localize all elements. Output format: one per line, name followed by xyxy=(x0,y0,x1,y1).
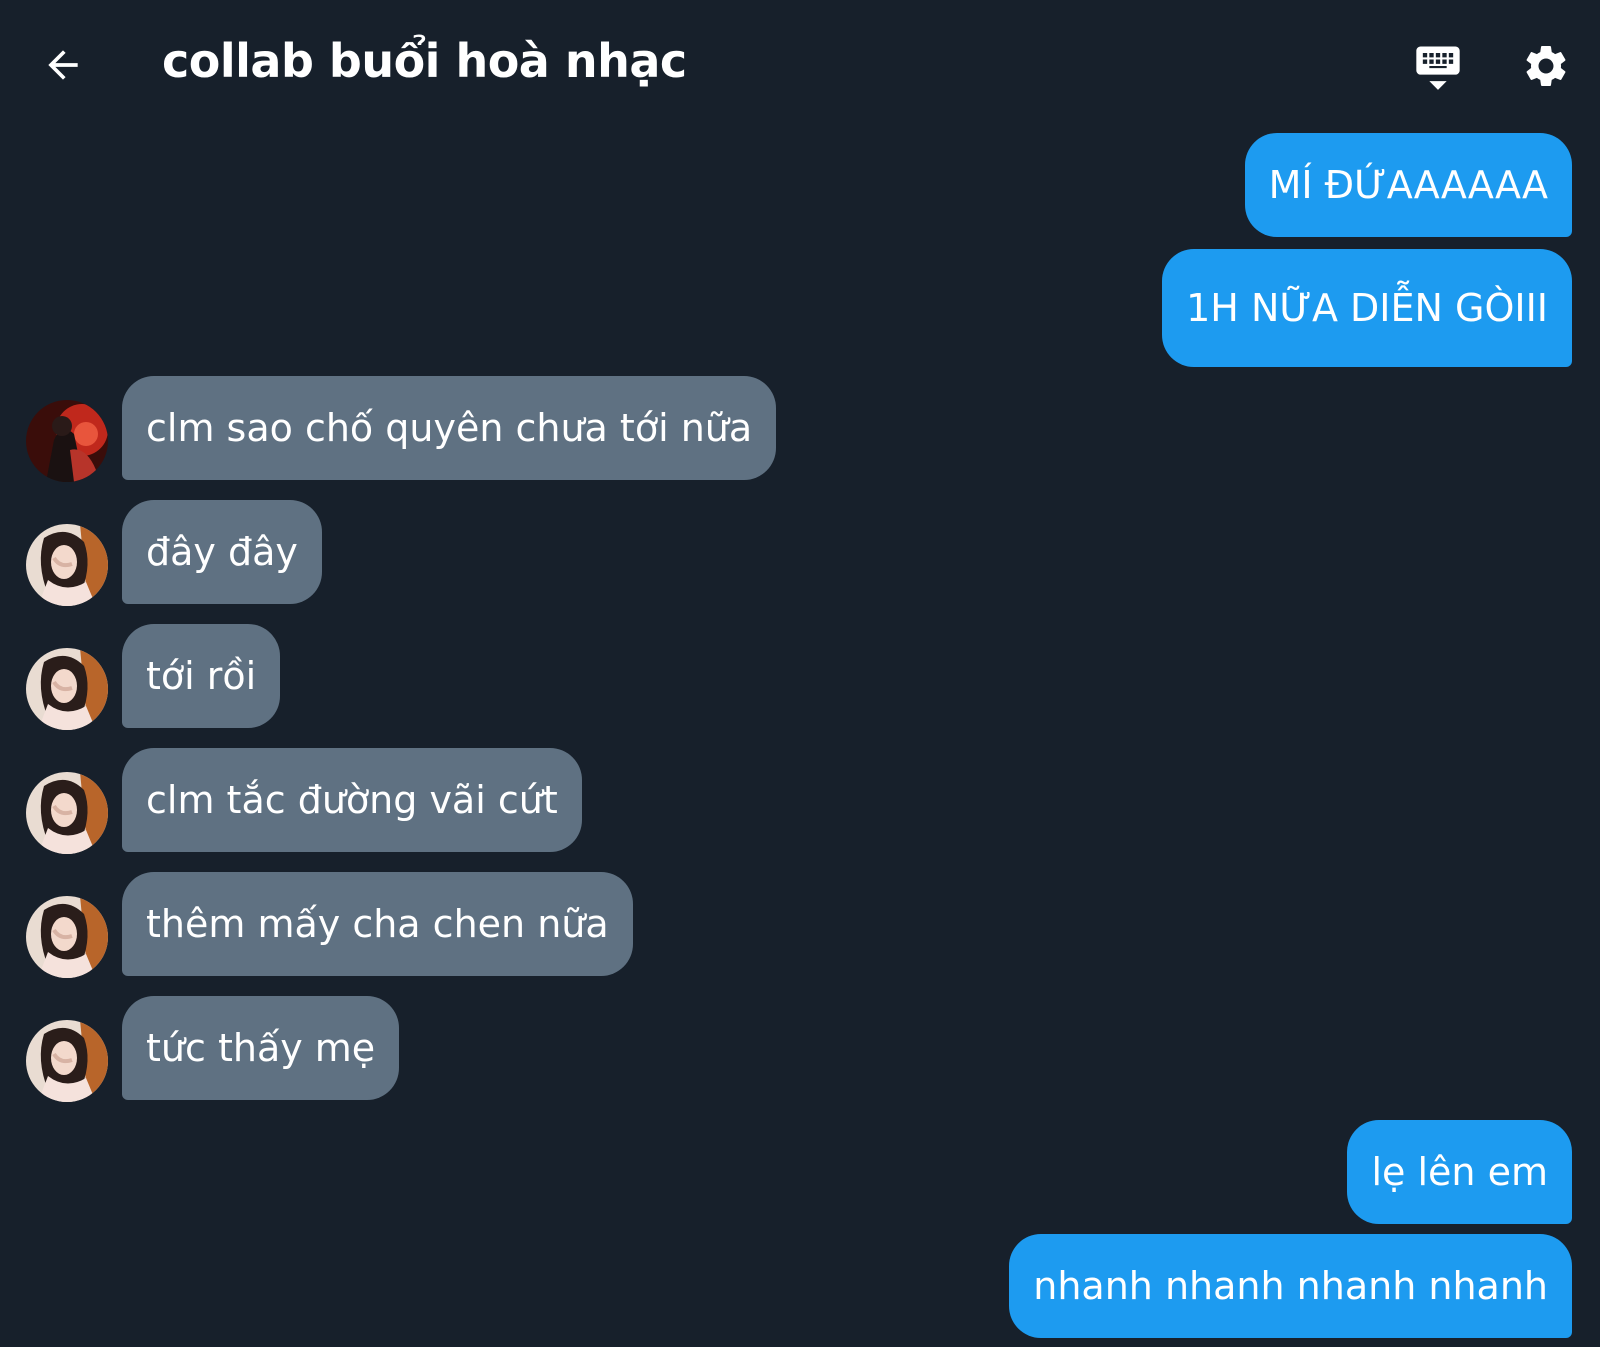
avatar[interactable] xyxy=(26,400,108,482)
avatar-girl-image xyxy=(26,524,108,606)
outgoing-message[interactable]: lẹ lên em xyxy=(1347,1120,1572,1224)
outgoing-message[interactable]: 1H NỮA DIỄN GÒIII xyxy=(1162,249,1572,367)
outgoing-message[interactable]: nhanh nhanh nhanh nhanh xyxy=(1009,1234,1572,1338)
dm-conversation-screen: collab buổi hoà nhạc MÍ ĐỨAAAAAA 1H NỮA … xyxy=(0,0,1600,1347)
avatar[interactable] xyxy=(26,772,108,854)
avatar-girl-image xyxy=(26,772,108,854)
avatar-red-image xyxy=(26,400,108,482)
avatar[interactable] xyxy=(26,1020,108,1102)
conversation-title: collab buổi hoà nhạc xyxy=(162,34,687,88)
incoming-message[interactable]: tức thấy mẹ xyxy=(122,996,400,1100)
avatar-girl-image xyxy=(26,896,108,978)
keyboard-hide-icon xyxy=(1416,46,1460,90)
avatar[interactable] xyxy=(26,648,108,730)
avatar[interactable] xyxy=(26,524,108,606)
incoming-message[interactable]: clm tắc đường vãi cứt xyxy=(122,748,582,852)
back-button[interactable] xyxy=(38,40,88,90)
arrow-left-icon xyxy=(48,50,78,80)
incoming-message[interactable]: đây đây xyxy=(122,500,322,604)
keyboard-toggle-button[interactable] xyxy=(1408,36,1468,96)
avatar-girl-image xyxy=(26,1020,108,1102)
settings-button[interactable] xyxy=(1518,38,1574,94)
avatar[interactable] xyxy=(26,896,108,978)
incoming-message[interactable]: tới rồi xyxy=(122,624,281,728)
incoming-message[interactable]: clm sao chố quyên chưa tới nữa xyxy=(122,376,777,480)
incoming-message[interactable]: thêm mấy cha chen nữa xyxy=(122,872,633,976)
conversation-header: collab buổi hoà nhạc xyxy=(0,0,1600,128)
gear-icon xyxy=(1526,45,1566,86)
avatar-girl-image xyxy=(26,648,108,730)
outgoing-message[interactable]: MÍ ĐỨAAAAAA xyxy=(1244,133,1572,237)
